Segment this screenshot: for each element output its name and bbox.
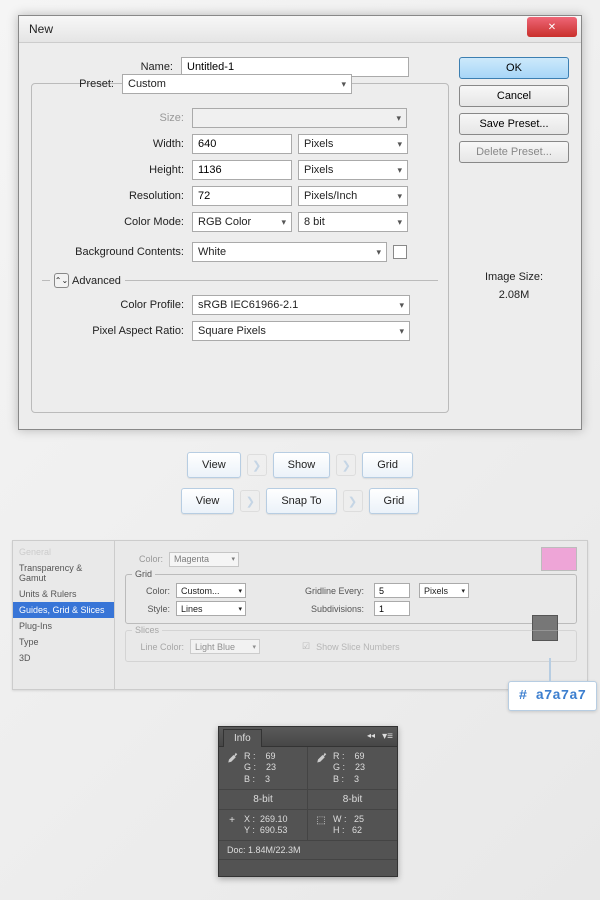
show-slice-numbers-label: Show Slice Numbers [316,642,400,652]
grid-color-label: Color: [132,586,170,596]
chevron-right-icon: ❯ [343,490,363,512]
width-unit-dropdown[interactable]: Pixels [298,134,408,154]
dialog-titlebar[interactable]: New ✕ [19,16,581,43]
guides-color-label: Color: [125,554,163,564]
info-xy: + X : 269.10 Y : 690.53 [219,810,308,842]
gridline-every-label: Gridline Every: [298,586,368,596]
size-dropdown [192,108,407,128]
bg-color-swatch[interactable] [393,245,407,259]
slices-group-label: Slices [132,625,162,635]
menu-snapto-button[interactable]: Snap To [266,488,336,514]
image-size-display: Image Size: 2.08M [459,269,569,304]
par-label: Pixel Aspect Ratio: [42,325,192,337]
eyedropper-icon [314,751,328,785]
prefs-item-plugins[interactable]: Plug-Ins [13,618,114,634]
subdivisions-input[interactable] [374,601,410,616]
slices-color-label: Line Color: [132,642,184,652]
subdivisions-label: Subdivisions: [298,604,368,614]
info-bit-1: 8-bit [219,790,308,810]
preset-label: Preset: [42,78,122,90]
size-label: Size: [42,112,192,124]
width-input[interactable] [192,134,292,154]
menu-view-button[interactable]: View [187,452,241,478]
resolution-unit-dropdown[interactable]: Pixels/Inch [298,186,408,206]
info-panel-footer [219,860,397,876]
height-input[interactable] [192,160,292,180]
dialog-title: New [29,22,53,36]
prefs-item-guides-grid[interactable]: Guides, Grid & Slices [13,602,114,618]
info-tab[interactable]: Info [223,729,262,747]
grid-color-dropdown[interactable]: Custom... [176,583,246,598]
profile-dropdown[interactable]: sRGB IEC61966-2.1 [192,295,410,315]
gridline-every-input[interactable] [374,583,410,598]
new-document-dialog: New ✕ Name: Preset: Custom Size: Width: [18,15,582,430]
info-bit-2: 8-bit [308,790,397,810]
cancel-button[interactable]: Cancel [459,85,569,107]
advanced-label: Advanced [72,275,121,287]
eyedropper-icon [225,751,239,785]
menu-grid-button[interactable]: Grid [362,452,413,478]
gridline-unit-dropdown[interactable]: Pixels [419,583,469,598]
menu-path-view-snapto-grid: View ❯ Snap To ❯ Grid [0,488,600,514]
hex-color-callout: # a7a7a7 [508,681,597,711]
panel-menu-icon[interactable]: ▾≡ [382,731,393,742]
colorbits-dropdown[interactable]: 8 bit [298,212,408,232]
menu-grid-button[interactable]: Grid [369,488,420,514]
collapse-icon[interactable]: ◂◂ [367,731,375,740]
info-wh: ⬚ W : 25 H : 62 [308,810,397,842]
bg-dropdown[interactable]: White [192,242,387,262]
colormode-label: Color Mode: [42,216,192,228]
resolution-input[interactable] [192,186,292,206]
prefs-item-transparency[interactable]: Transparency & Gamut [13,560,114,586]
name-label: Name: [31,61,181,73]
guides-color-swatch[interactable] [541,547,577,571]
par-dropdown[interactable]: Square Pixels [192,321,410,341]
profile-label: Color Profile: [42,299,192,311]
info-rgb-secondary: R : 69 G : 23 B : 3 [308,747,397,790]
ok-button[interactable]: OK [459,57,569,79]
grid-style-dropdown[interactable]: Lines [176,601,246,616]
bg-label: Background Contents: [42,246,192,258]
prefs-item-3d[interactable]: 3D [13,650,114,666]
chevron-right-icon: ❯ [240,490,260,512]
height-unit-dropdown[interactable]: Pixels [298,160,408,180]
menu-path-view-show-grid: View ❯ Show ❯ Grid [0,452,600,478]
save-preset-button[interactable]: Save Preset... [459,113,569,135]
grid-group-label: Grid [132,569,155,579]
delete-preset-button: Delete Preset... [459,141,569,163]
info-tabbar: Info ◂◂ ▾≡ [219,727,397,747]
info-doc-size: Doc: 1.84M/22.3M [219,841,397,860]
info-panel: Info ◂◂ ▾≡ R : 69 G : 23 B : 3 R : 69 G … [218,726,398,877]
preset-dropdown[interactable]: Custom [122,74,352,94]
close-button[interactable]: ✕ [527,17,577,37]
advanced-toggle[interactable]: ⌃⌄ [54,273,69,288]
prefs-item-units[interactable]: Units & Rulers [13,586,114,602]
dimensions-icon: ⬚ [314,814,328,837]
grid-style-label: Style: [132,604,170,614]
width-label: Width: [42,138,192,150]
menu-show-button[interactable]: Show [273,452,331,478]
resolution-label: Resolution: [42,190,192,202]
chevron-right-icon: ❯ [247,454,267,476]
preferences-panel: General Transparency & Gamut Units & Rul… [12,540,588,690]
prefs-item-general[interactable]: General [13,544,114,560]
crosshair-icon: + [225,814,239,837]
info-rgb-primary: R : 69 G : 23 B : 3 [219,747,308,790]
height-label: Height: [42,164,192,176]
prefs-sidebar: General Transparency & Gamut Units & Rul… [13,541,115,689]
slices-color-dropdown[interactable]: Light Blue [190,639,260,654]
close-icon: ✕ [548,22,556,33]
chevron-right-icon: ❯ [336,454,356,476]
prefs-item-type[interactable]: Type [13,634,114,650]
menu-view-button[interactable]: View [181,488,235,514]
colormode-dropdown[interactable]: RGB Color [192,212,292,232]
guides-color-dropdown[interactable]: Magenta [169,552,239,567]
